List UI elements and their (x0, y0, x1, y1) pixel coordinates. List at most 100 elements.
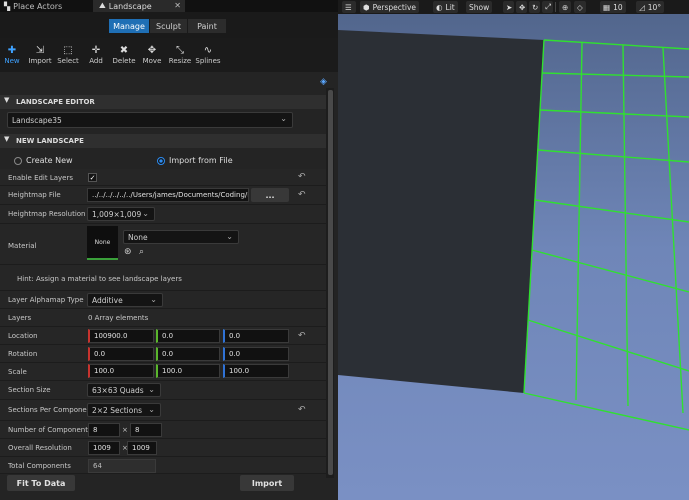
editor-window: ▚ Place Actors ⛰ Landscape ✕ Manage Scul… (0, 0, 689, 500)
show-button[interactable]: Show (466, 1, 493, 13)
resolution-y-input[interactable]: 1009 (127, 441, 157, 455)
import-button[interactable]: Import (240, 475, 294, 491)
tab-place-actors[interactable]: ▚ Place Actors (0, 0, 92, 12)
tool-new-button[interactable]: ✚ New (0, 45, 26, 65)
components-y-input[interactable]: 8 (130, 423, 162, 437)
resolution-x-input[interactable]: 1009 (88, 441, 120, 455)
landscape-select-value: Landscape35 (12, 115, 62, 125)
rotation-label: Rotation (8, 350, 38, 358)
reset-icon[interactable]: ↶ (298, 331, 306, 341)
world-space-icon[interactable]: ⊕ (559, 1, 571, 13)
grid-lines (523, 39, 689, 431)
landscape-editor-header[interactable]: ▼ LANDSCAPE EDITOR (0, 95, 326, 109)
mode-sculpt-button[interactable]: Sculpt (150, 19, 187, 33)
close-icon[interactable]: ✕ (174, 1, 181, 10)
browse-asset-icon[interactable]: ⊛ (124, 247, 132, 257)
lit-icon: ◐ (436, 2, 443, 12)
tool-splines-button[interactable]: ∿ Splines (194, 45, 222, 65)
separator (555, 2, 556, 12)
panel-scrollbar-thumb[interactable] (328, 90, 333, 475)
hamburger-menu-icon[interactable]: ☰ (342, 1, 356, 13)
enable-edit-layers-checkbox[interactable]: ✓ (88, 173, 97, 182)
grid-snap-button[interactable]: ▦ 10 (600, 1, 626, 13)
section-size-label: Section Size (8, 386, 51, 394)
import-from-file-radio[interactable]: Import from File (157, 156, 233, 165)
location-x-input[interactable]: 100900.0 (88, 329, 154, 343)
heightmap-resolution-select[interactable]: 1,009×1,009 ⌄ (87, 207, 155, 221)
location-z-input[interactable]: 0.0 (223, 329, 289, 343)
enable-edit-layers-label: Enable Edit Layers (8, 174, 74, 182)
scale-label: Scale (8, 368, 27, 376)
layers-row (0, 309, 326, 327)
heightmap-file-input[interactable]: ../../../../../../Users/james/Documents/… (87, 188, 249, 202)
times-sign: × (122, 426, 128, 434)
panel-options-icon[interactable]: ◈ (320, 77, 330, 87)
landscape-select[interactable]: Landscape35 ⌄ (7, 112, 293, 128)
sections-per-component-select[interactable]: 2×2 Sections ⌄ (87, 403, 161, 417)
delete-icon: ✖ (119, 45, 129, 56)
tool-select-button[interactable]: ⬚ Select (54, 45, 82, 65)
angle-snap-button[interactable]: ◿ 10° (636, 1, 665, 13)
mode-manage-button[interactable]: Manage (109, 19, 149, 33)
heightmap-resolution-label: Heightmap Resolution (8, 210, 86, 218)
lit-button[interactable]: ◐ Lit (433, 1, 458, 13)
import-from-file-label: Import from File (169, 156, 233, 165)
fit-to-data-button[interactable]: Fit To Data (7, 475, 75, 491)
overall-resolution-label: Overall Resolution (8, 444, 72, 452)
create-new-radio[interactable]: Create New (14, 156, 73, 165)
rotation-z-input[interactable]: 0.0 (223, 347, 289, 361)
tool-splines-label: Splines (195, 57, 221, 65)
layer-alphamap-select[interactable]: Additive ⌄ (87, 293, 163, 307)
chevron-down-icon: ▼ (4, 96, 10, 104)
new-landscape-header[interactable]: ▼ NEW LANDSCAPE (0, 134, 326, 148)
tool-add-button[interactable]: ✛ Add (82, 45, 110, 65)
chevron-down-icon: ⌄ (148, 385, 155, 394)
scale-x-input[interactable]: 100.0 (88, 364, 154, 378)
material-label: Material (8, 242, 37, 250)
perspective-button[interactable]: ⬢ Perspective (360, 1, 419, 13)
select-mode-icon[interactable]: ➤ (503, 1, 514, 13)
layer-alphamap-value: Additive (92, 295, 123, 305)
number-of-components-label: Number of Components (8, 426, 92, 434)
location-y-input[interactable]: 0.0 (156, 329, 220, 343)
material-thumbnail[interactable]: None (87, 226, 118, 260)
translate-icon[interactable]: ✥ (516, 1, 527, 13)
tool-import-button[interactable]: ⇲ Import (26, 45, 54, 65)
surface-snap-icon[interactable]: ◇ (574, 1, 586, 13)
scale-icon[interactable]: ⤢ (542, 1, 553, 13)
landscape-editor-title: LANDSCAPE EDITOR (16, 98, 95, 106)
tool-move-button[interactable]: ✥ Move (138, 45, 166, 65)
place-actors-icon: ▚ (4, 1, 11, 11)
tool-resize-label: Resize (168, 57, 192, 65)
tab-place-actors-label: Place Actors (13, 1, 63, 11)
material-hint: Hint: Assign a material to see landscape… (17, 275, 182, 283)
rotate-icon[interactable]: ↻ (529, 1, 540, 13)
mode-paint-button[interactable]: Paint (188, 19, 226, 33)
landscape-mesh (338, 30, 544, 393)
viewport-scene (338, 30, 689, 431)
show-label: Show (469, 2, 490, 12)
search-icon[interactable]: ⌕ (139, 247, 144, 257)
reset-icon[interactable]: ↶ (298, 190, 306, 200)
reset-icon[interactable]: ↶ (298, 405, 306, 415)
browse-button[interactable]: ... (251, 188, 289, 202)
rotation-x-input[interactable]: 0.0 (88, 347, 154, 361)
viewport[interactable]: ☰ ⬢ Perspective ◐ Lit Show ➤ ✥ ↻ ⤢ ⊕ ◇ ▦ 10… (338, 0, 689, 500)
chevron-down-icon: ⌄ (226, 232, 233, 241)
move-icon: ✥ (147, 45, 157, 56)
scale-z-input[interactable]: 100.0 (223, 364, 289, 378)
scale-y-input[interactable]: 100.0 (156, 364, 220, 378)
rotation-y-input[interactable]: 0.0 (156, 347, 220, 361)
section-size-select[interactable]: 63×63 Quads ⌄ (87, 383, 161, 397)
layers-label: Layers (8, 314, 32, 322)
lit-label: Lit (445, 2, 455, 12)
material-select[interactable]: None ⌄ (123, 230, 239, 244)
reset-icon[interactable]: ↶ (298, 172, 306, 182)
components-x-input[interactable]: 8 (88, 423, 120, 437)
heightmap-file-label: Heightmap File (8, 191, 61, 199)
tool-delete-button[interactable]: ✖ Delete (110, 45, 138, 65)
tab-bar: ▚ Place Actors ⛰ Landscape ✕ (0, 0, 338, 12)
tool-resize-button[interactable]: ⤡ Resize (166, 45, 194, 65)
tab-landscape[interactable]: ⛰ Landscape ✕ (93, 0, 185, 12)
grid-icon: ▦ (603, 2, 611, 12)
